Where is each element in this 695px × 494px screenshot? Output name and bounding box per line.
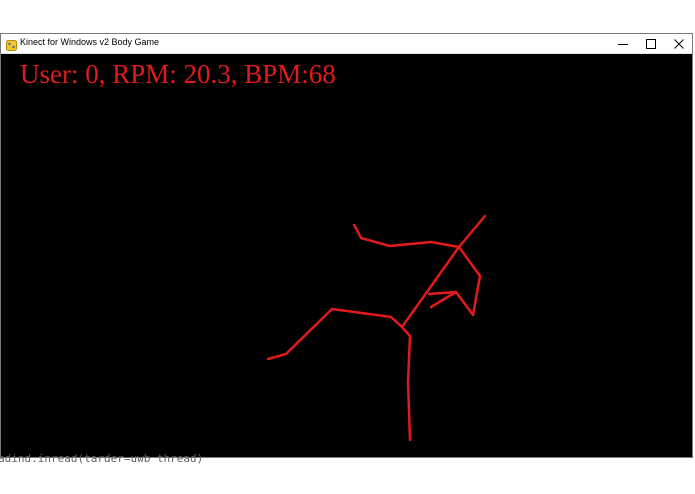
console-output-line: adind.inread(tarder=uwb thread)	[0, 452, 204, 465]
close-button[interactable]	[665, 34, 693, 53]
console-background-top	[0, 0, 695, 34]
minimize-icon	[618, 43, 628, 45]
window-title: Kinect for Windows v2 Body Game	[20, 37, 160, 47]
game-canvas[interactable]: User: 0, RPM: 20.3, BPM:68	[1, 54, 692, 457]
close-icon	[674, 38, 684, 49]
skeleton-left-leg	[266, 307, 404, 361]
skeleton-left-hand	[352, 223, 359, 232]
title-bar[interactable]: Kinect for Windows v2 Body Game	[1, 34, 692, 54]
skeleton-spine-upper	[457, 214, 487, 249]
game-window: Kinect for Windows v2 Body Game User: 0,…	[0, 33, 693, 458]
maximize-icon	[646, 38, 656, 49]
skeleton-right-leg	[400, 325, 412, 442]
maximize-button[interactable]	[637, 34, 665, 53]
skeleton-spine	[400, 245, 461, 329]
body-skeleton	[266, 214, 487, 442]
console-background-bottom: adind.inread(tarder=uwb thread)	[0, 452, 695, 494]
minimize-button[interactable]	[609, 34, 637, 53]
python-app-icon	[6, 38, 17, 51]
skeleton-left-arm	[355, 228, 461, 249]
